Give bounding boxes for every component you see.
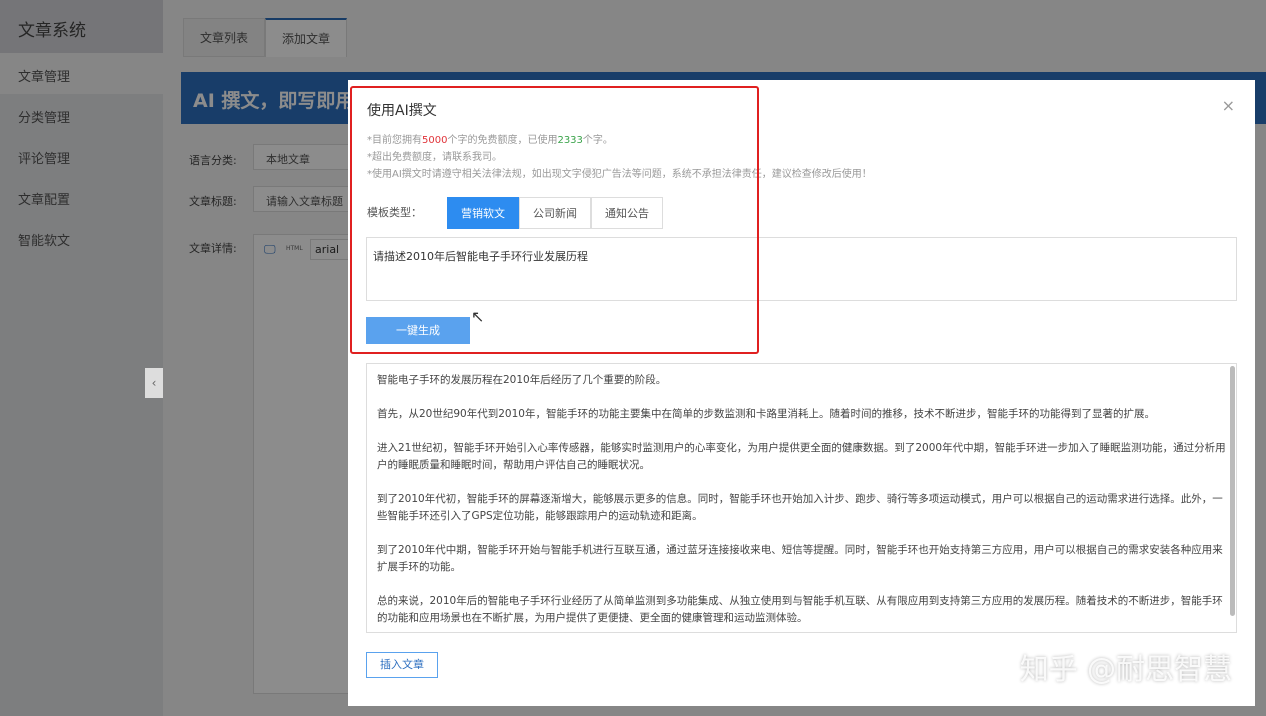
used-value: 2333 [557, 135, 583, 146]
template-notice[interactable]: 通知公告 [591, 197, 663, 229]
ai-writing-modal: 使用AI撰文 × *目前您拥有5000个字的免费额度，已使用2333个字。 *超… [348, 80, 1255, 706]
watermark: 知乎 @耐思智慧 [1019, 652, 1232, 686]
insert-article-button[interactable]: 插入文章 [366, 652, 438, 678]
template-type-label: 模板类型： [367, 206, 422, 219]
scrollbar[interactable] [1230, 366, 1235, 616]
modal-title: 使用AI撰文 [367, 103, 437, 119]
template-company-news[interactable]: 公司新闻 [519, 197, 591, 229]
generated-result[interactable]: 智能电子手环的发展历程在2010年后经历了几个重要的阶段。 首先，从20世纪90… [366, 363, 1237, 633]
template-marketing[interactable]: 营销软文 [447, 197, 519, 229]
generate-button[interactable]: 一键生成 [366, 317, 470, 344]
quota-value: 5000 [422, 135, 448, 146]
mouse-cursor-icon: ↖ [471, 307, 485, 326]
prompt-input[interactable]: 请描述2010年后智能电子手环行业发展历程 [366, 237, 1237, 301]
close-icon[interactable]: × [1222, 96, 1235, 115]
collapse-sidebar-button[interactable]: ‹ [145, 368, 163, 398]
quota-notes: *目前您拥有5000个字的免费额度，已使用2333个字。 *超出免费额度，请联系… [367, 135, 872, 180]
